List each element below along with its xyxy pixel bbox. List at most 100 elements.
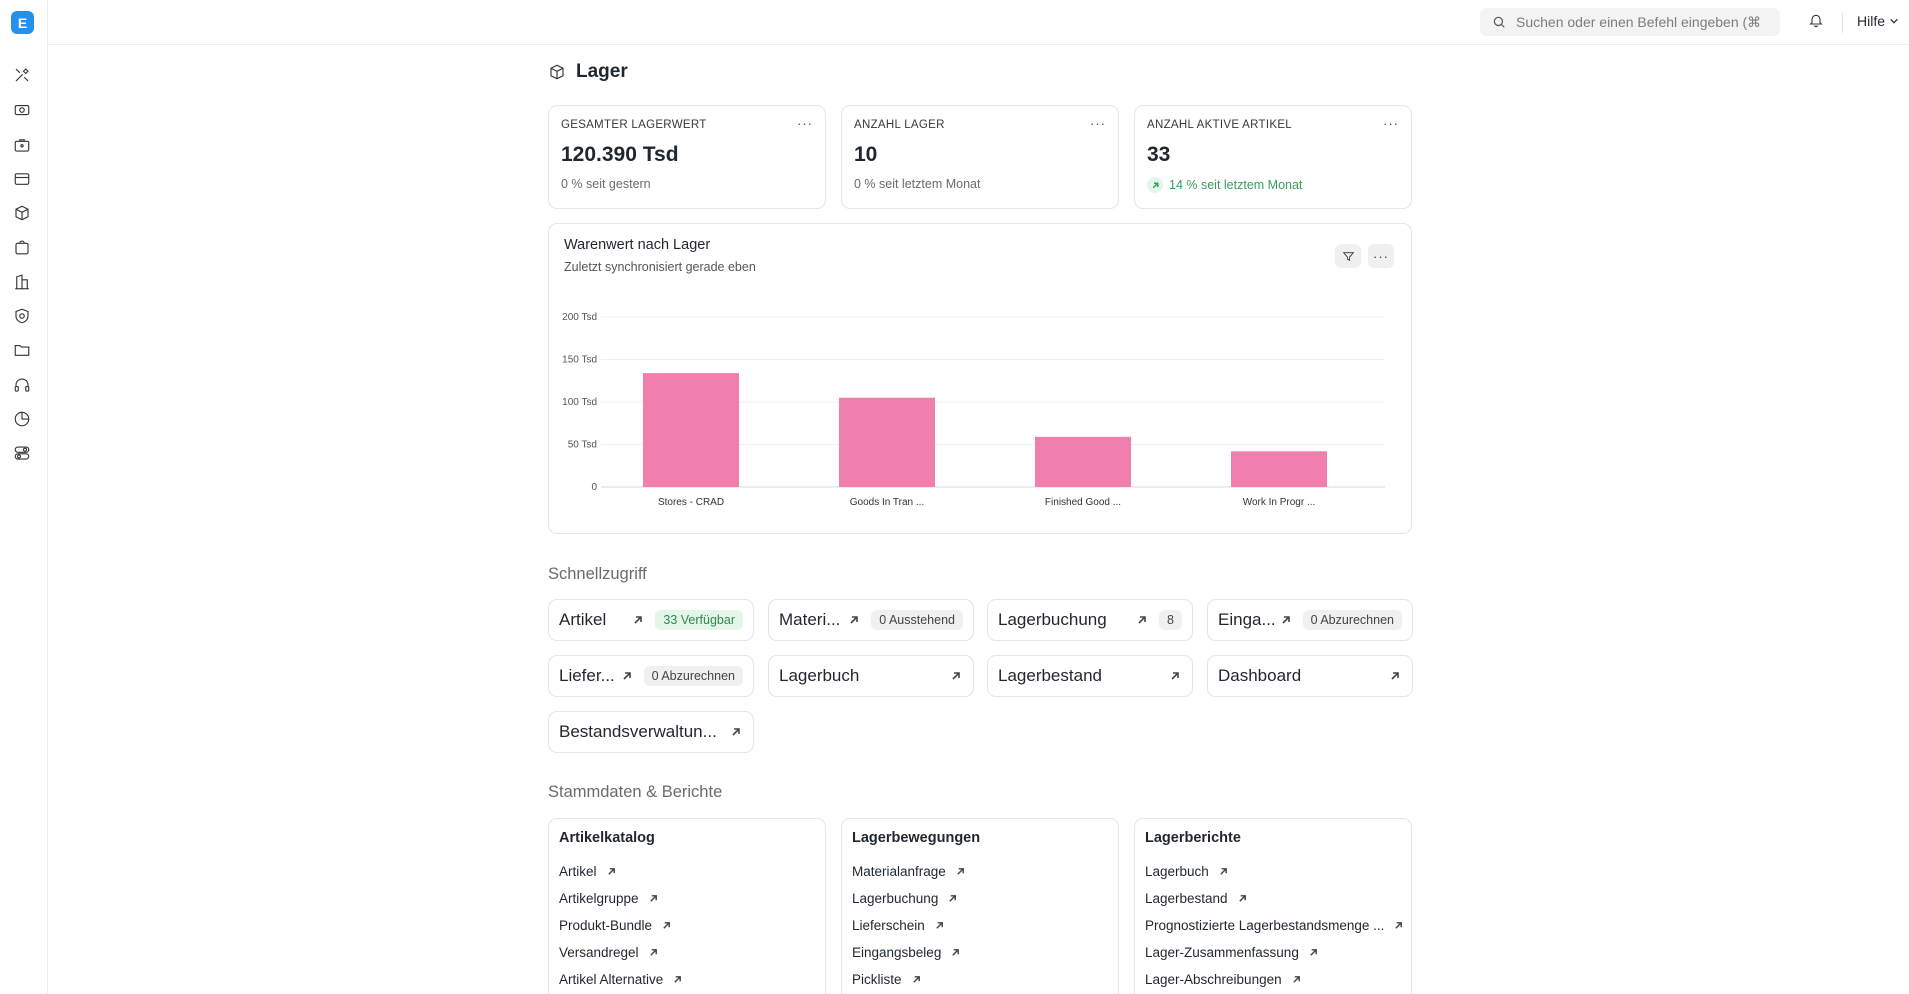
help-label: Hilfe (1857, 13, 1886, 29)
link-card-item[interactable]: Eingangsbeleg (852, 939, 1108, 966)
link-card-item[interactable]: Artikel Alternative (559, 966, 815, 993)
y-tick-label: 50 Tsd (568, 440, 597, 451)
number-card-warehouse-count[interactable]: Anzahl Lager ··· 10 0 % seit letztem Mon… (841, 105, 1119, 209)
arrow-up-right-icon (938, 894, 957, 903)
y-tick-label: 150 Tsd (562, 355, 597, 366)
link-card-item[interactable]: Versandregel (559, 939, 815, 966)
shortcut-card[interactable]: Artikel 33 Verfügbar (548, 599, 754, 641)
link-label: Versandregel (559, 945, 639, 960)
headset-icon[interactable] (12, 375, 32, 395)
link-label: Pickliste (852, 972, 902, 987)
more-options-icon[interactable]: ··· (1383, 116, 1399, 131)
pie-chart-icon[interactable] (12, 409, 32, 429)
briefcase-icon[interactable] (12, 135, 32, 155)
number-card-value: 120.390 Tsd (561, 143, 679, 166)
link-label: Lager-Abschreibungen (1145, 972, 1282, 987)
link-card: Artikelkatalog Artikel Artikelgruppe Produk… (548, 818, 826, 994)
link-card-item[interactable]: Lagerbuchung (852, 885, 1108, 912)
arrow-up-right-icon (639, 894, 658, 903)
shopping-bag-icon[interactable] (12, 237, 32, 257)
shortcut-card[interactable]: Lagerbuchung 8 (987, 599, 1193, 641)
number-card-label: Anzahl Lager (854, 119, 945, 131)
shortcut-count-badge: 0 Abzurechnen (643, 666, 743, 686)
arrow-up-right-icon (731, 726, 743, 738)
link-card-item[interactable]: Lager-Zusammenfassung (1145, 939, 1401, 966)
link-card-item[interactable]: Lagerbestand (1145, 885, 1401, 912)
shortcut-count-badge: 33 Verfügbar (655, 610, 743, 630)
shortcut-label: Lagerbestand (998, 666, 1102, 685)
more-options-icon[interactable]: ··· (1090, 116, 1106, 131)
card-icon[interactable] (12, 169, 32, 189)
number-card-sub: 0 % seit letztem Monat (854, 177, 1106, 191)
tools-icon[interactable] (12, 65, 32, 85)
shortcut-label: Materi... (779, 610, 841, 629)
search-placeholder: Suchen oder einen Befehl eingeben (⌘ (1516, 13, 1762, 30)
arrow-up-right-icon (622, 670, 634, 682)
arrow-up-right-icon (1228, 894, 1247, 903)
shortcut-card[interactable]: Einga... 0 Abzurechnen (1207, 599, 1413, 641)
chart-bar[interactable] (1035, 436, 1131, 487)
y-tick-label: 200 Tsd (562, 312, 597, 323)
package-icon[interactable] (12, 203, 32, 223)
number-card-sub-text: 0 % seit gestern (561, 177, 651, 191)
link-card-item[interactable]: Materialanfrage (852, 858, 1108, 885)
number-card-sub-text: 14 % seit letztem Monat (1169, 178, 1303, 192)
search-icon (1493, 16, 1505, 28)
link-card-item[interactable]: Artikel (559, 858, 815, 885)
number-card-total-stock-value[interactable]: Gesamter Lagerwert ··· 120.390 Tsd 0 % s… (548, 105, 826, 209)
shortcut-card[interactable]: Bestandsverwaltun... (548, 711, 754, 753)
link-label: Lagerbestand (1145, 891, 1228, 906)
money-icon[interactable] (12, 100, 32, 120)
link-label: Materialanfrage (852, 864, 946, 879)
arrow-up-right-icon (925, 921, 944, 930)
chart-card: Warenwert nach Lager Zuletzt synchronisi… (548, 223, 1412, 534)
topbar-divider (1842, 13, 1843, 33)
shortcut-count-badge: 8 (1159, 610, 1182, 630)
search-input[interactable]: Suchen oder einen Befehl eingeben (⌘ (1480, 8, 1780, 36)
page-title: Lager (548, 61, 628, 83)
number-card-label: Anzahl aktive Artikel (1147, 119, 1292, 131)
shortcut-label: Dashboard (1218, 666, 1302, 685)
shield-icon[interactable] (12, 306, 32, 326)
link-card-item[interactable]: Lagerbuch (1145, 858, 1401, 885)
link-card-title: Lagerbewegungen (852, 830, 981, 846)
shortcut-label: Lagerbuch (779, 666, 860, 685)
number-card-value: 33 (1147, 143, 1171, 166)
arrow-up-right-icon (902, 975, 921, 984)
link-label: Artikel (559, 864, 597, 879)
link-card-item[interactable]: Pickliste (852, 966, 1108, 993)
number-card-label: Gesamter Lagerwert (561, 119, 707, 131)
arrow-up-right-icon (1384, 921, 1403, 930)
shortcut-card[interactable]: Materi... 0 Ausstehend (768, 599, 974, 641)
shortcut-card[interactable]: Liefer... 0 Abzurechnen (548, 655, 754, 697)
shortcut-label: Einga... (1218, 610, 1276, 629)
shortcut-card[interactable]: Lagerbuch (768, 655, 974, 697)
toggle-icon[interactable] (12, 443, 32, 463)
folder-icon[interactable] (12, 340, 32, 360)
link-card-item[interactable]: Lieferschein (852, 912, 1108, 939)
shortcut-card[interactable]: Lagerbestand (987, 655, 1193, 697)
arrow-up-right-icon (1390, 670, 1402, 682)
arrow-up-right-icon (639, 948, 658, 957)
chart-bar[interactable] (839, 397, 935, 487)
more-options-icon[interactable]: ··· (797, 116, 813, 131)
link-label: Eingangsbeleg (852, 945, 942, 960)
shortcut-label: Artikel (559, 610, 607, 629)
link-card-item[interactable]: Prognostizierte Lagerbestandsmenge ... (1145, 912, 1403, 939)
link-label: Artikel Alternative (559, 972, 664, 987)
link-label: Lieferschein (852, 918, 925, 933)
link-card-item[interactable]: Artikelgruppe (559, 885, 815, 912)
notification-bell-icon[interactable] (1808, 12, 1828, 32)
link-card-item[interactable]: Lager-Abschreibungen (1145, 966, 1401, 993)
shortcut-card[interactable]: Dashboard (1207, 655, 1413, 697)
chart-bar[interactable] (643, 373, 739, 487)
chart-bar[interactable] (1231, 451, 1327, 487)
link-card-item[interactable]: Produkt-Bundle (559, 912, 815, 939)
number-card-active-items[interactable]: Anzahl aktive Artikel ··· 33 14 % seit l… (1134, 105, 1412, 209)
package-icon (550, 64, 564, 80)
y-tick-label: 100 Tsd (562, 397, 597, 408)
help-dropdown[interactable]: Hilfe (1857, 13, 1899, 29)
building-icon[interactable] (12, 272, 32, 292)
app-logo[interactable]: E (11, 11, 34, 34)
link-label: Prognostizierte Lagerbestandsmenge ... (1145, 918, 1385, 933)
